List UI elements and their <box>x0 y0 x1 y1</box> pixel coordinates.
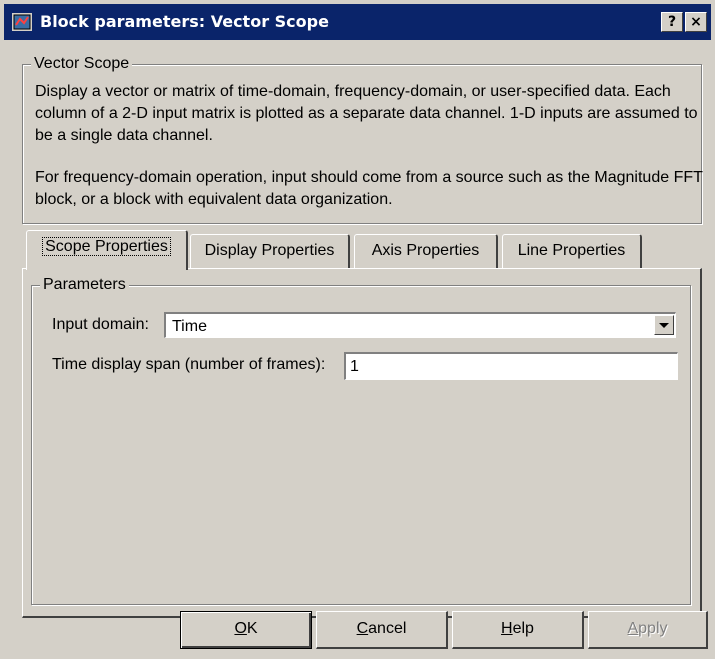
time-span-label: Time display span (number of frames): <box>52 356 326 373</box>
tab-panel: Parameters Input domain: Time Time displ… <box>22 268 702 618</box>
description-paragraph-2: For frequency-domain operation, input sh… <box>35 169 703 208</box>
parameters-group-label: Parameters <box>40 276 129 294</box>
description-paragraph-1: Display a vector or matrix of time-domai… <box>35 83 698 144</box>
window-title: Block parameters: Vector Scope <box>40 12 329 31</box>
description-group: Vector Scope Display a vector or matrix … <box>22 55 703 224</box>
input-domain-label: Input domain: <box>52 316 149 333</box>
input-domain-value: Time <box>172 318 207 335</box>
description-group-label: Vector Scope <box>31 55 133 73</box>
close-icon[interactable]: × <box>685 12 707 32</box>
title-bar[interactable]: Block parameters: Vector Scope ? × <box>4 4 711 40</box>
simulink-block-icon <box>12 13 32 31</box>
chevron-down-icon[interactable] <box>654 315 674 335</box>
input-domain-select[interactable]: Time <box>164 312 676 338</box>
help-button[interactable]: Help <box>452 611 584 649</box>
parameters-group: Parameters Input domain: Time Time displ… <box>31 276 691 605</box>
time-span-input[interactable] <box>344 352 678 380</box>
dialog-window: Block parameters: Vector Scope ? × Vecto… <box>0 0 715 659</box>
tab-display-properties[interactable]: Display Properties <box>190 234 350 268</box>
tab-line-properties[interactable]: Line Properties <box>502 234 642 268</box>
ok-button[interactable]: OK <box>180 611 312 649</box>
cancel-button[interactable]: Cancel <box>316 611 448 649</box>
help-title-button[interactable]: ? <box>661 12 683 32</box>
apply-button[interactable]: Apply <box>588 611 708 649</box>
tab-axis-properties[interactable]: Axis Properties <box>354 234 498 268</box>
tab-scope-properties[interactable]: Scope Properties <box>26 230 188 270</box>
